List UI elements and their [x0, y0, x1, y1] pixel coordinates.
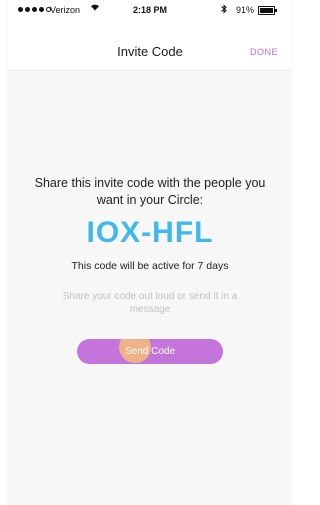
code-expiry-text: This code will be active for 7 days [71, 260, 229, 272]
invite-content: Share this invite code with the people y… [8, 175, 292, 316]
done-button[interactable]: DONE [250, 47, 278, 57]
share-hint: Share your code out loud or send it in a… [62, 291, 238, 315]
send-code-label: Send Code [124, 346, 176, 357]
navigation-bar: Invite Code DONE [8, 22, 292, 71]
invite-code: IOX-HFL [86, 216, 214, 249]
status-bar: Verizon 2:18 PM 91% [8, 0, 292, 22]
battery-percent: 91% [236, 5, 255, 15]
bluetooth-icon [221, 4, 227, 16]
battery-icon [258, 6, 277, 15]
invite-instruction: Share this invite code with the people y… [34, 176, 266, 207]
send-code-button[interactable]: Send Code [77, 339, 223, 364]
phone-screen: Verizon 2:18 PM 91% Invite Code DONE Sha… [8, 0, 292, 505]
